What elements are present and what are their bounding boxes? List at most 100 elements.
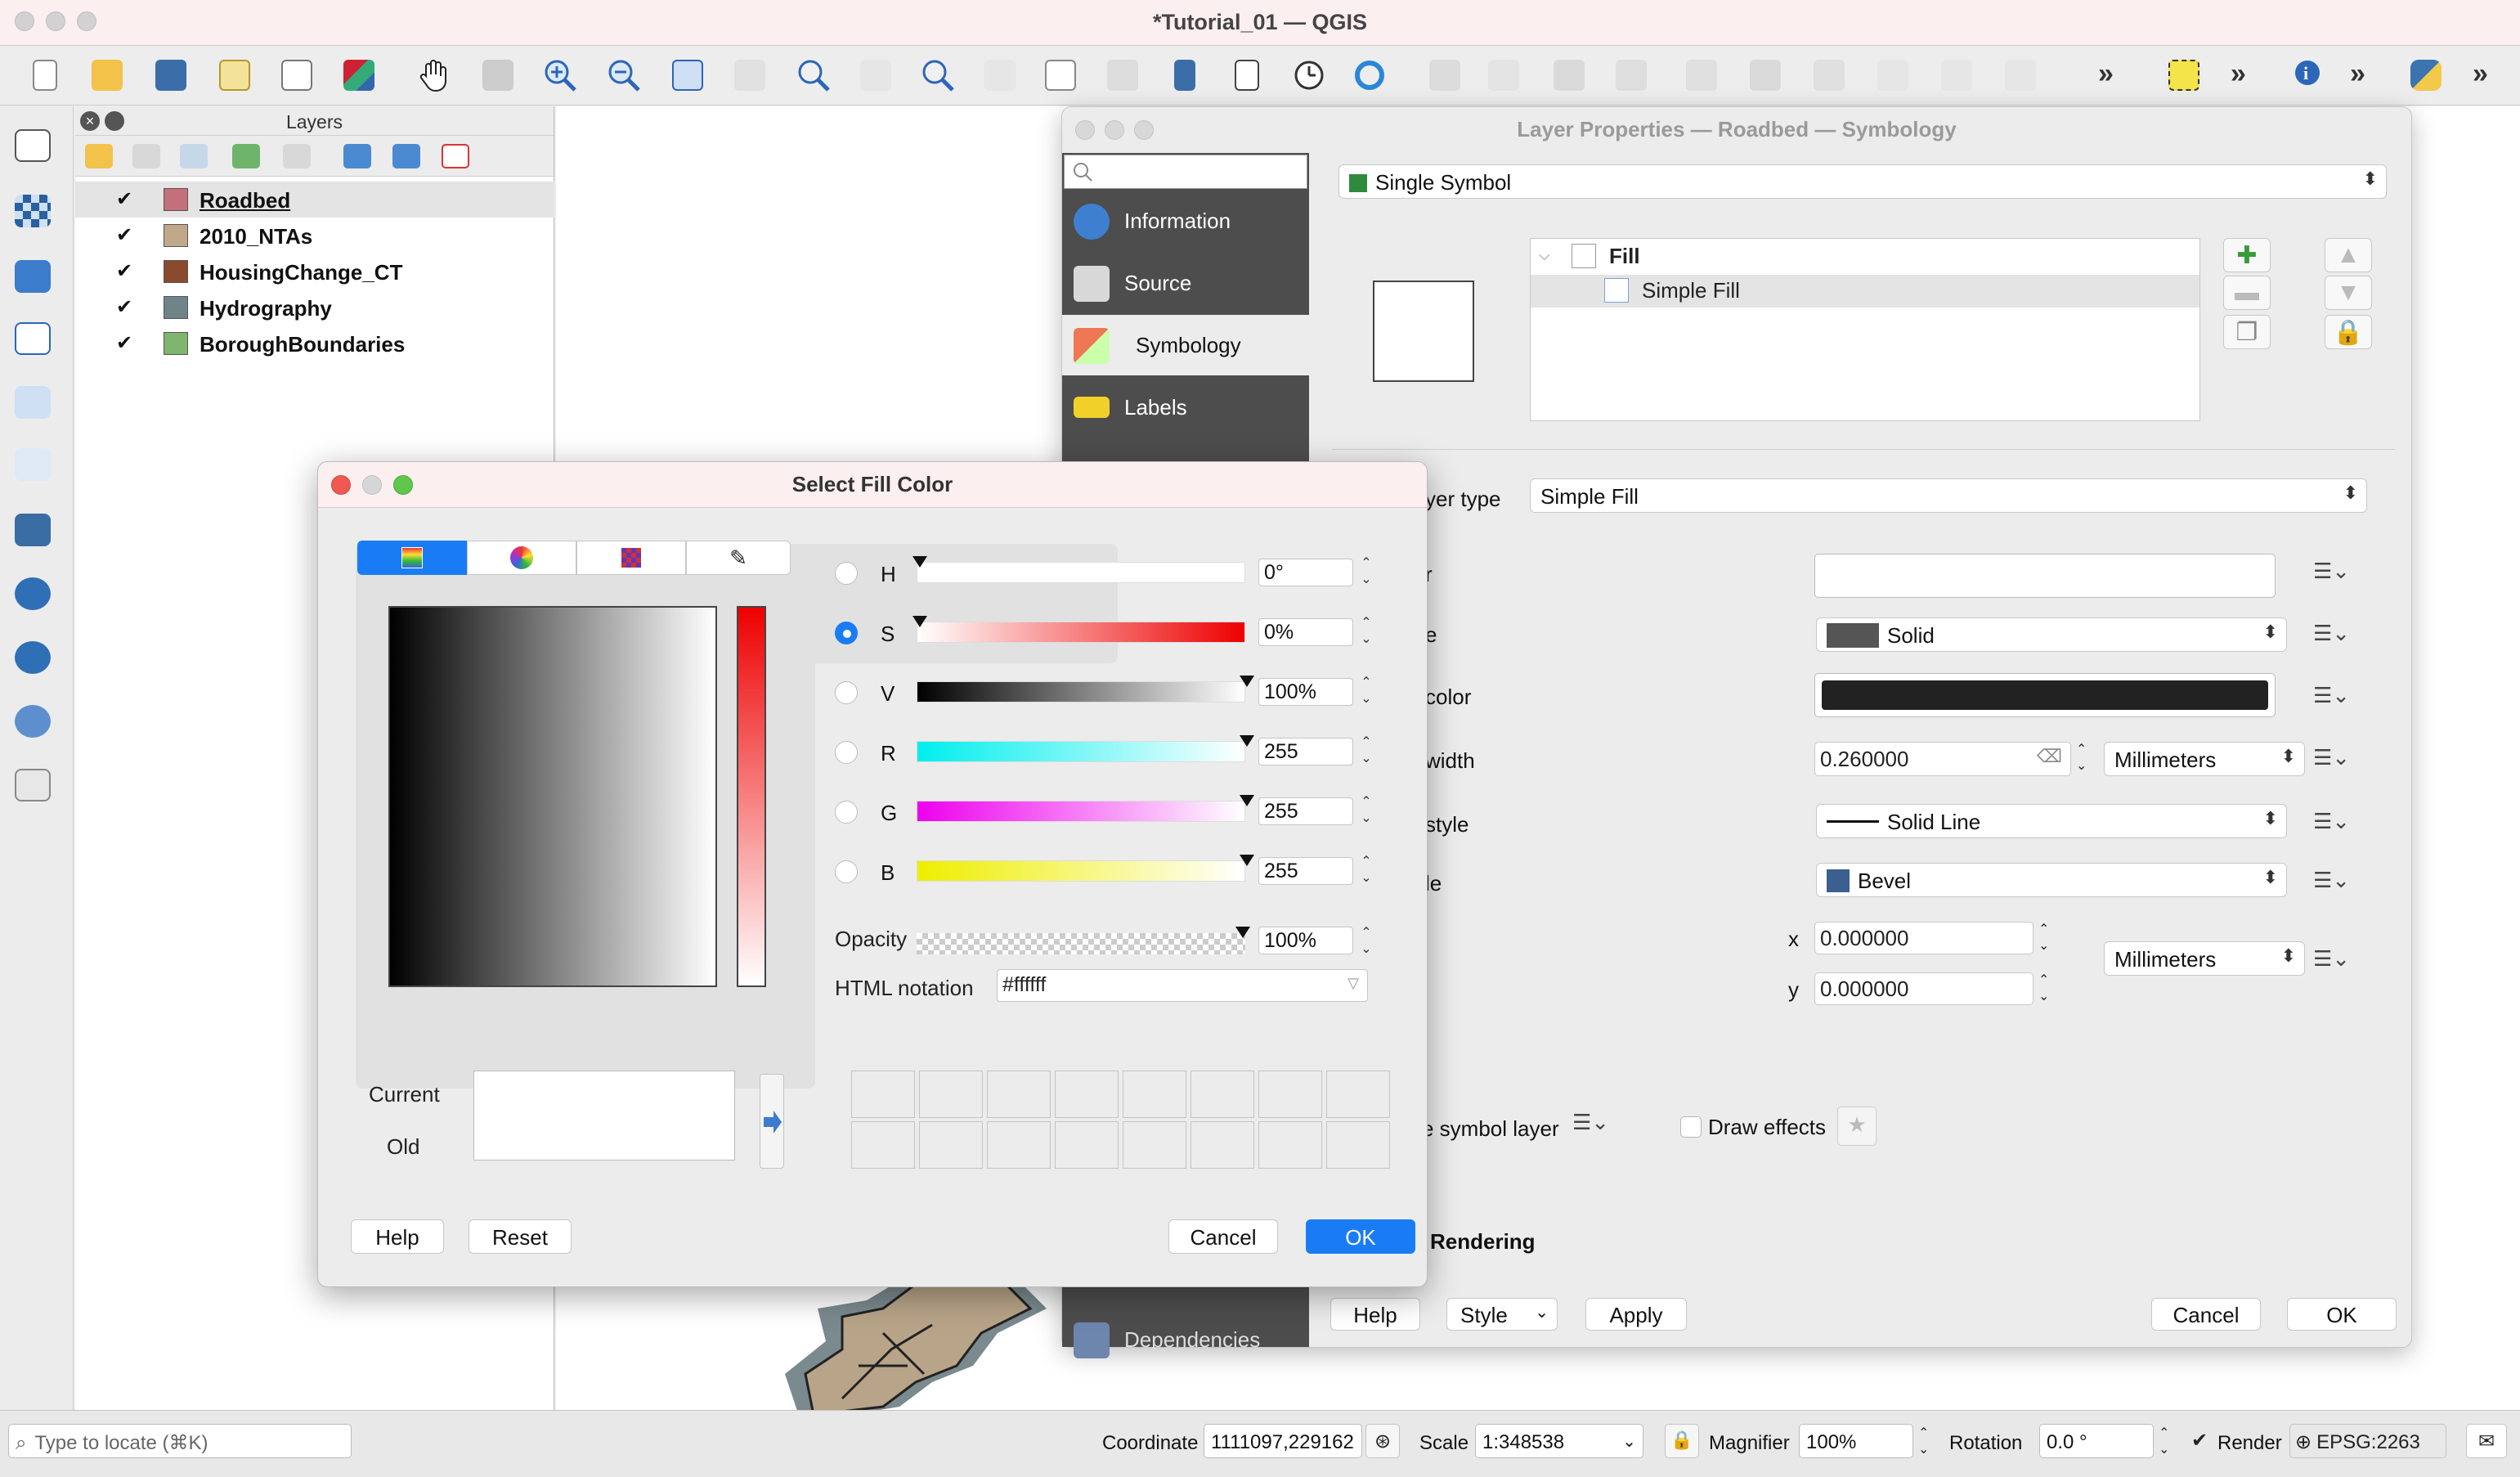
channel-stepper[interactable]: ⌃ ⌄ bbox=[1358, 854, 1374, 890]
draw-effects-checkbox[interactable] bbox=[1680, 1116, 1702, 1138]
tab-color-swatches[interactable] bbox=[576, 541, 686, 575]
custom-color-swatch[interactable] bbox=[987, 1071, 1051, 1118]
dialog-reset-button[interactable]: Reset bbox=[469, 1219, 572, 1254]
sidebar-item-information[interactable]: Information bbox=[1062, 191, 1309, 251]
coordinate-input[interactable]: 1111097,229162 bbox=[1204, 1424, 1362, 1458]
channel-slider[interactable] bbox=[912, 616, 1245, 643]
layer-row[interactable]: ✔ 2010_NTAs bbox=[75, 218, 554, 254]
stroke-width-unit-select[interactable]: Millimeters ⬍ bbox=[2104, 742, 2305, 776]
channel-stepper[interactable]: ⌃ ⌄ bbox=[1358, 794, 1374, 830]
sidebar-item-symbology[interactable]: Symbology bbox=[1062, 315, 1309, 375]
identify-features-icon[interactable]: i bbox=[2289, 55, 2330, 96]
channel-radio[interactable] bbox=[835, 562, 858, 585]
layer-row[interactable]: ✔ HousingChange_CT bbox=[75, 254, 554, 290]
show-bookmarks-icon[interactable] bbox=[1226, 55, 1267, 96]
offset-x-input[interactable]: 0.000000 bbox=[1814, 922, 2033, 954]
move-up-button[interactable]: ▲ bbox=[2325, 238, 2372, 272]
zoom-selection-icon[interactable] bbox=[729, 55, 770, 96]
fill-color-button[interactable] bbox=[1814, 554, 2276, 598]
pan-to-selection-icon[interactable] bbox=[478, 55, 518, 96]
props-apply-button[interactable]: Apply bbox=[1585, 1298, 1687, 1331]
sidebar-item-dependencies[interactable]: Dependencies bbox=[1062, 1309, 1309, 1370]
filter-legend-icon[interactable] bbox=[232, 144, 260, 168]
layer-symbol-swatch[interactable] bbox=[164, 260, 188, 283]
magnifier-stepper[interactable]: ⌃ ⌄ bbox=[1918, 1425, 1929, 1458]
tab-color-ramp[interactable] bbox=[357, 541, 467, 575]
lock-color-button[interactable]: 🔒 bbox=[2325, 315, 2372, 349]
effects-star-icon[interactable]: ★ bbox=[1837, 1107, 1877, 1146]
add-feature-icon[interactable] bbox=[1611, 55, 1652, 96]
delete-selected-icon[interactable] bbox=[1809, 55, 1850, 96]
channel-stepper[interactable]: ⌃ ⌄ bbox=[1358, 734, 1374, 770]
layer-symbol-swatch[interactable] bbox=[164, 332, 188, 355]
zoom-full-icon[interactable] bbox=[667, 55, 708, 96]
select-features-icon[interactable] bbox=[2164, 55, 2204, 96]
toolbar-overflow-4-icon[interactable]: » bbox=[2473, 58, 2488, 90]
duplicate-symbol-layer-button[interactable]: ❐ bbox=[2223, 315, 2271, 349]
toggle-edit-icon[interactable] bbox=[1483, 55, 1524, 96]
layer-visibility-checkbox[interactable]: ✔ bbox=[116, 190, 136, 209]
data-defined-override-icon[interactable]: ☰⌄ bbox=[2313, 946, 2357, 979]
add-raster-layer-icon[interactable] bbox=[10, 188, 56, 234]
channel-spinbox[interactable]: 100% bbox=[1258, 678, 1353, 706]
channel-radio[interactable] bbox=[835, 681, 858, 704]
add-wcs-icon[interactable] bbox=[10, 698, 56, 744]
channel-spinbox[interactable]: 0% bbox=[1258, 618, 1353, 646]
custom-color-swatch[interactable] bbox=[1258, 1121, 1322, 1169]
opacity-stepper[interactable]: ⌃ ⌄ bbox=[1358, 925, 1374, 961]
tab-color-picker[interactable]: ✎ bbox=[686, 541, 791, 575]
new-map-view-icon[interactable] bbox=[1040, 55, 1081, 96]
custom-color-swatch[interactable] bbox=[851, 1071, 915, 1118]
style-manager-icon[interactable] bbox=[339, 55, 379, 96]
props-ok-button[interactable]: OK bbox=[2287, 1298, 2397, 1331]
crs-button[interactable]: ⊕ EPSG:2263 bbox=[2289, 1424, 2446, 1458]
zoom-out-icon[interactable] bbox=[603, 55, 644, 96]
zoom-last-icon[interactable] bbox=[917, 55, 958, 96]
join-style-select[interactable]: Bevel ⬍ bbox=[1816, 863, 2287, 897]
layout-manager-icon[interactable] bbox=[276, 55, 317, 96]
zoom-next-icon[interactable] bbox=[980, 55, 1020, 96]
add-wfs-icon[interactable] bbox=[10, 635, 56, 680]
expand-all-icon[interactable] bbox=[343, 144, 371, 168]
magnifier-input[interactable]: 100% bbox=[1799, 1424, 1913, 1458]
props-style-button[interactable]: Style ⌄ bbox=[1446, 1298, 1558, 1331]
offset-x-stepper[interactable]: ⌃ ⌄ bbox=[2038, 922, 2049, 954]
digitize-icon[interactable] bbox=[1424, 55, 1465, 96]
stroke-width-input[interactable]: 0.260000 ⌫ bbox=[1814, 742, 2071, 776]
channel-radio[interactable] bbox=[835, 860, 858, 883]
custom-color-swatch[interactable] bbox=[987, 1121, 1051, 1169]
slider-handle[interactable] bbox=[1240, 735, 1254, 747]
add-symbol-layer-button[interactable]: ✚ bbox=[2223, 238, 2271, 272]
custom-color-swatch[interactable] bbox=[1258, 1071, 1322, 1118]
refresh-icon[interactable] bbox=[1349, 55, 1390, 96]
channel-radio[interactable] bbox=[835, 622, 858, 644]
custom-color-swatch[interactable] bbox=[919, 1121, 983, 1169]
symbol-layer-tree[interactable]: ⌵ Fill Simple Fill bbox=[1530, 238, 2200, 421]
dialog-ok-button[interactable]: OK bbox=[1306, 1219, 1415, 1254]
slider-handle[interactable] bbox=[1240, 795, 1254, 806]
data-defined-override-icon[interactable]: ☰⌄ bbox=[2313, 683, 2357, 716]
toolbar-overflow-3-icon[interactable]: » bbox=[2350, 58, 2365, 90]
apply-old-color-button[interactable] bbox=[760, 1074, 784, 1169]
scale-select[interactable]: 1:348538 ⌄ bbox=[1475, 1424, 1643, 1458]
sidebar-item-source[interactable]: Source bbox=[1062, 253, 1309, 313]
paste-features-icon[interactable] bbox=[2000, 55, 2041, 96]
opacity-spinbox[interactable]: 100% bbox=[1258, 927, 1353, 954]
opacity-slider[interactable] bbox=[917, 927, 1250, 954]
data-defined-override-icon[interactable]: ☰⌄ bbox=[2313, 621, 2357, 653]
rotation-input[interactable]: 0.0 ° bbox=[2039, 1424, 2154, 1458]
copy-features-icon[interactable] bbox=[1936, 55, 1977, 96]
props-cancel-button[interactable]: Cancel bbox=[2151, 1298, 2261, 1331]
layer-row[interactable]: ✔ BoroughBoundaries bbox=[75, 325, 554, 361]
channel-stepper[interactable]: ⌃ ⌄ bbox=[1358, 615, 1374, 651]
custom-color-swatch[interactable] bbox=[919, 1071, 983, 1118]
custom-color-swatch[interactable] bbox=[1055, 1121, 1119, 1169]
channel-slider[interactable] bbox=[917, 855, 1254, 882]
channel-stepper[interactable]: ⌃ ⌄ bbox=[1358, 675, 1374, 711]
channel-slider[interactable] bbox=[917, 676, 1254, 703]
lock-scale-icon[interactable]: 🔒 bbox=[1665, 1424, 1699, 1458]
style-layer-icon[interactable] bbox=[85, 144, 113, 168]
move-down-button[interactable]: ▼ bbox=[2325, 276, 2372, 310]
new-project-icon[interactable] bbox=[25, 55, 65, 96]
stroke-color-button[interactable] bbox=[1814, 673, 2276, 717]
